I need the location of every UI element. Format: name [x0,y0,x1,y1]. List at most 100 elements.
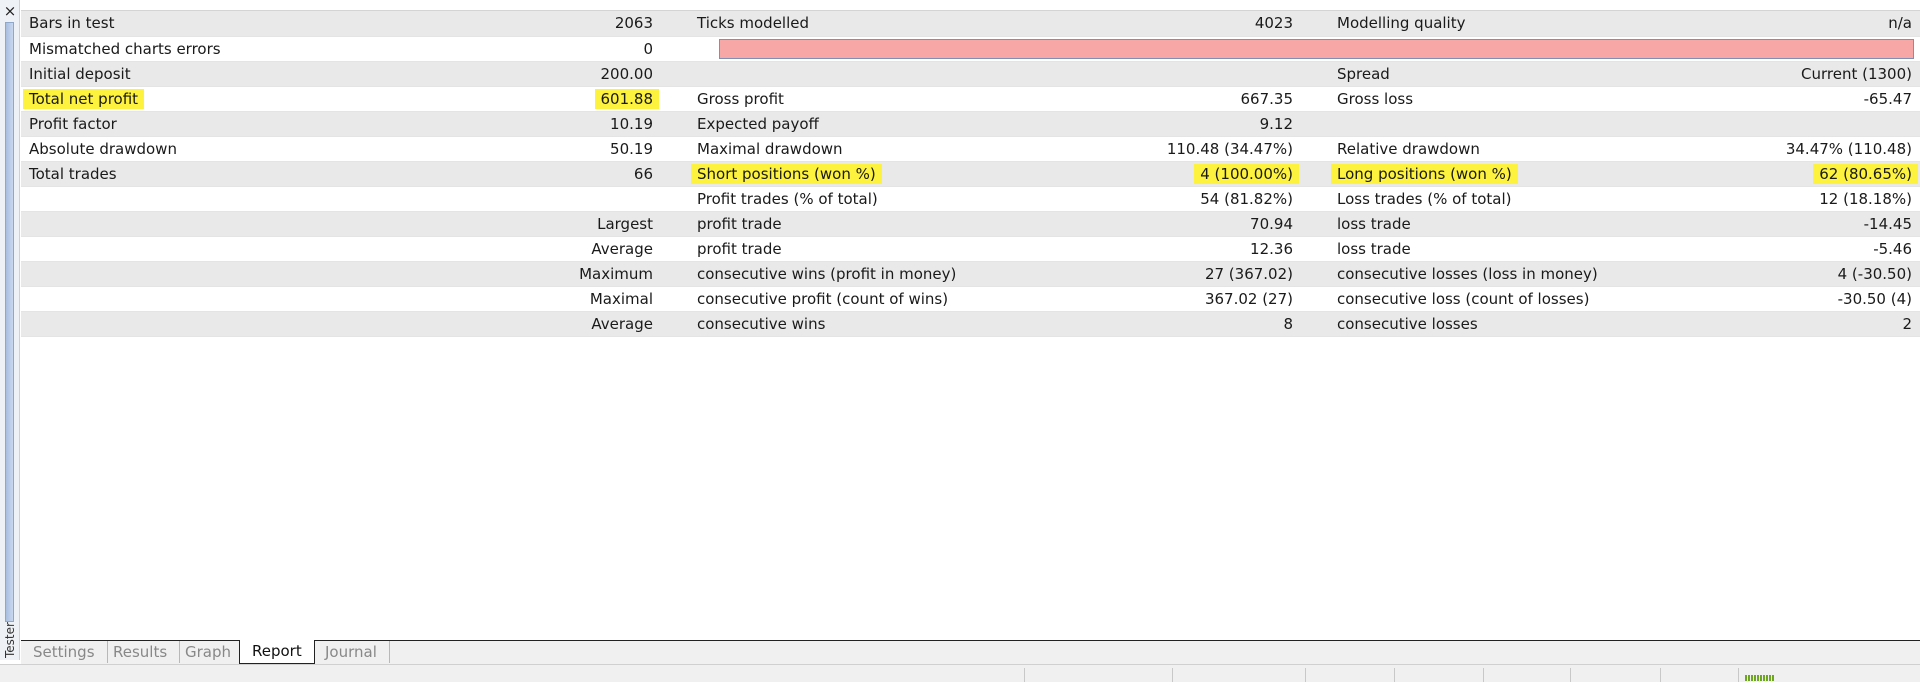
status-divider [1172,668,1173,682]
row-label: loss trade [1301,236,1741,262]
status-divider [1024,668,1025,682]
status-divider [1305,668,1306,682]
row-label: Modelling quality [1301,11,1741,37]
row-value [1741,111,1920,137]
status-divider [1738,668,1739,682]
row-value: 601.88 [541,86,661,112]
row-label: Long positions (won %) [1301,161,1741,187]
row-value: -30.50 (4) [1741,286,1920,312]
status-divider [1570,668,1571,682]
row-label: Profit factor [21,111,541,137]
row-label: Short positions (won %) [661,161,1101,187]
row-value: 2063 [541,11,661,37]
row-label: Spread [1301,61,1741,87]
table-row: Profit trades (% of total) 54 (81.82%) L… [21,186,1920,212]
row-label: Mismatched charts errors [21,36,541,62]
row-value: 2 [1741,311,1920,337]
tester-tab-bar: Settings Results Graph Report Journal [21,640,1920,664]
row-label [21,286,541,312]
tab-results[interactable]: Results [101,641,181,663]
row-label: Loss trades (% of total) [1301,186,1741,212]
highlighted-value: 62 (80.65%) [1813,163,1918,184]
row-value: 110.48 (34.47%) [1101,136,1301,162]
row-label: Absolute drawdown [21,136,541,162]
tab-journal[interactable]: Journal [313,641,390,663]
status-divider [1394,668,1395,682]
report-table: Bars in test 2063 Ticks modelled 4023 Mo… [21,11,1920,337]
row-value: 62 (80.65%) [1741,161,1920,187]
status-divider [1660,668,1661,682]
tester-window: × Tester Bars in test 2063 Ticks modelle… [0,0,1920,682]
row-value: 4 (100.00%) [1101,161,1301,187]
highlighted-label: Short positions (won %) [691,163,882,184]
row-label: Ticks modelled [661,11,1101,37]
tester-side-panel: × Tester [0,0,20,660]
row-label: Profit trades (% of total) [661,186,1101,212]
row-value: 8 [1101,311,1301,337]
row-value: -14.45 [1741,211,1920,237]
mismatch-bar-cell [661,36,1920,62]
row-label: Relative drawdown [1301,136,1741,162]
row-value: -65.47 [1741,86,1920,112]
row-label: Initial deposit [21,61,541,87]
row-label [21,211,541,237]
row-value: Current (1300) [1741,61,1920,87]
row-value [1101,61,1301,87]
highlighted-value: 601.88 [594,88,659,109]
mismatched-charts-bar [719,38,1914,59]
row-label: Total trades [21,161,541,187]
row-value: -5.46 [1741,236,1920,262]
status-bar [0,664,1920,682]
table-row: Absolute drawdown 50.19 Maximal drawdown… [21,136,1920,162]
table-row: Total trades 66 Short positions (won %) … [21,161,1920,187]
row-value: 367.02 (27) [1101,286,1301,312]
panel-grip[interactable] [5,22,14,622]
row-value: 54 (81.82%) [1101,186,1301,212]
row-value: 667.35 [1101,86,1301,112]
table-row: Bars in test 2063 Ticks modelled 4023 Mo… [21,11,1920,37]
row-label: Maximal [541,286,661,312]
row-label: Bars in test [21,11,541,37]
row-value: 34.47% (110.48) [1741,136,1920,162]
highlighted-label: Long positions (won %) [1331,163,1518,184]
row-label: consecutive losses [1301,311,1741,337]
row-value: 70.94 [1101,211,1301,237]
tab-settings[interactable]: Settings [21,641,108,663]
tester-panel-label: Tester [3,622,17,658]
tab-report[interactable]: Report [239,640,315,664]
connection-meter-icon [1745,675,1775,681]
row-label: Maximum [541,261,661,287]
row-label [661,61,1101,87]
row-label: Total net profit [21,86,541,112]
close-icon[interactable]: × [2,3,18,19]
row-label: Gross profit [661,86,1101,112]
row-label [21,186,541,212]
highlighted-label: Total net profit [23,88,145,109]
table-row: Largest profit trade 70.94 loss trade -1… [21,211,1920,237]
row-label [21,236,541,262]
row-label: loss trade [1301,211,1741,237]
row-value: 12.36 [1101,236,1301,262]
row-label: profit trade [661,211,1101,237]
row-value: 9.12 [1101,111,1301,137]
row-label: Largest [541,211,661,237]
table-row: Maximal consecutive profit (count of win… [21,286,1920,312]
row-label: Average [541,236,661,262]
row-label: consecutive profit (count of wins) [661,286,1101,312]
table-row: Average profit trade 12.36 loss trade -5… [21,236,1920,262]
row-value: 4 (-30.50) [1741,261,1920,287]
row-value: 12 (18.18%) [1741,186,1920,212]
table-row: Mismatched charts errors 0 [21,36,1920,62]
table-row: Profit factor 10.19 Expected payoff 9.12 [21,111,1920,137]
tab-graph[interactable]: Graph [173,641,245,663]
row-value: 10.19 [541,111,661,137]
row-value [541,186,661,212]
row-label: Expected payoff [661,111,1101,137]
row-label [1301,111,1741,137]
row-label [21,311,541,337]
report-table-container: Bars in test 2063 Ticks modelled 4023 Mo… [21,10,1920,640]
table-row: Total net profit 601.88 Gross profit 667… [21,86,1920,112]
row-label: Maximal drawdown [661,136,1101,162]
table-row: Maximum consecutive wins (profit in mone… [21,261,1920,287]
row-value: n/a [1741,11,1920,37]
